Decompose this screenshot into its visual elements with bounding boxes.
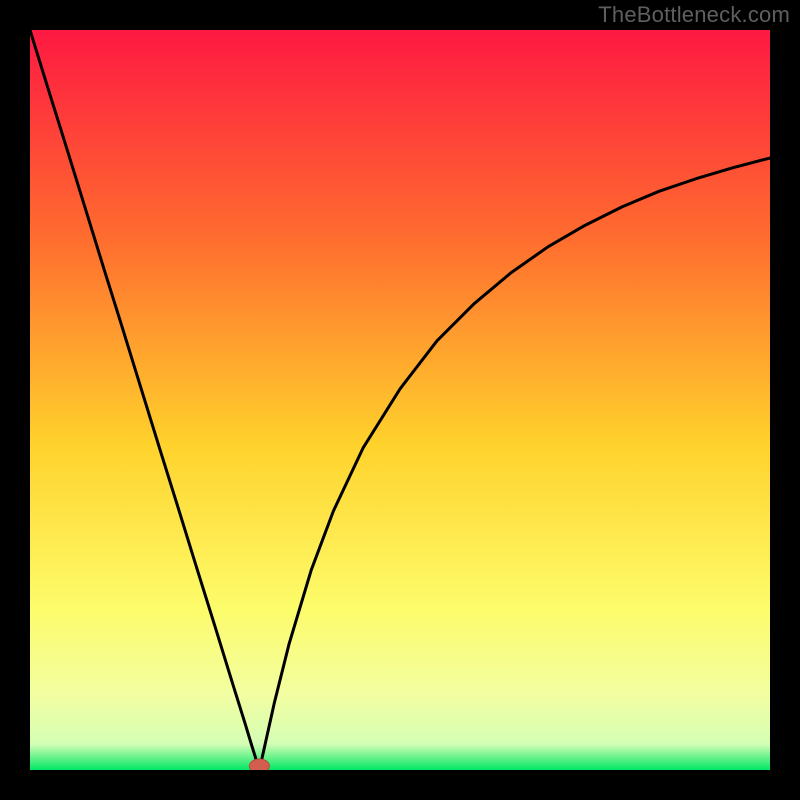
chart-frame: TheBottleneck.com — [0, 0, 800, 800]
gradient-background — [30, 30, 770, 770]
chart-svg — [30, 30, 770, 770]
watermark-text: TheBottleneck.com — [598, 2, 790, 28]
minimum-marker — [249, 759, 269, 770]
plot-area — [30, 30, 770, 770]
